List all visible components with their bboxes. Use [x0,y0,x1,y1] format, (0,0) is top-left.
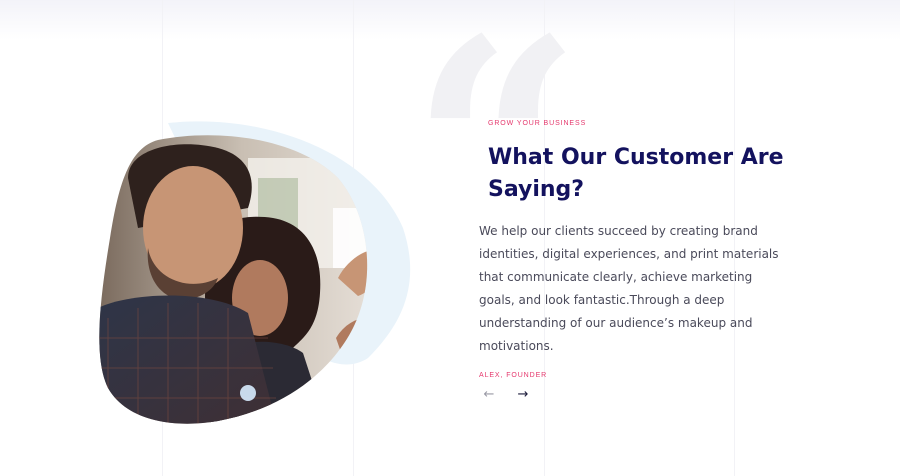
testimonial-nav: ← → [479,384,533,404]
testimonial-author: ALEX, FOUNDER [479,372,548,379]
section-title: What Our Customer Are Saying? [488,145,784,202]
testimonial-photo [98,118,418,430]
testimonial-content: GROW YOUR BUSINESS What Our Customer Are… [479,120,799,379]
previous-arrow-icon[interactable]: ← [479,384,499,404]
section-eyebrow: GROW YOUR BUSINESS [488,120,587,127]
next-arrow-icon[interactable]: → [513,384,533,404]
photo-blob-svg [99,121,411,424]
testimonial-text: We help our clients succeed by creating … [479,224,779,353]
